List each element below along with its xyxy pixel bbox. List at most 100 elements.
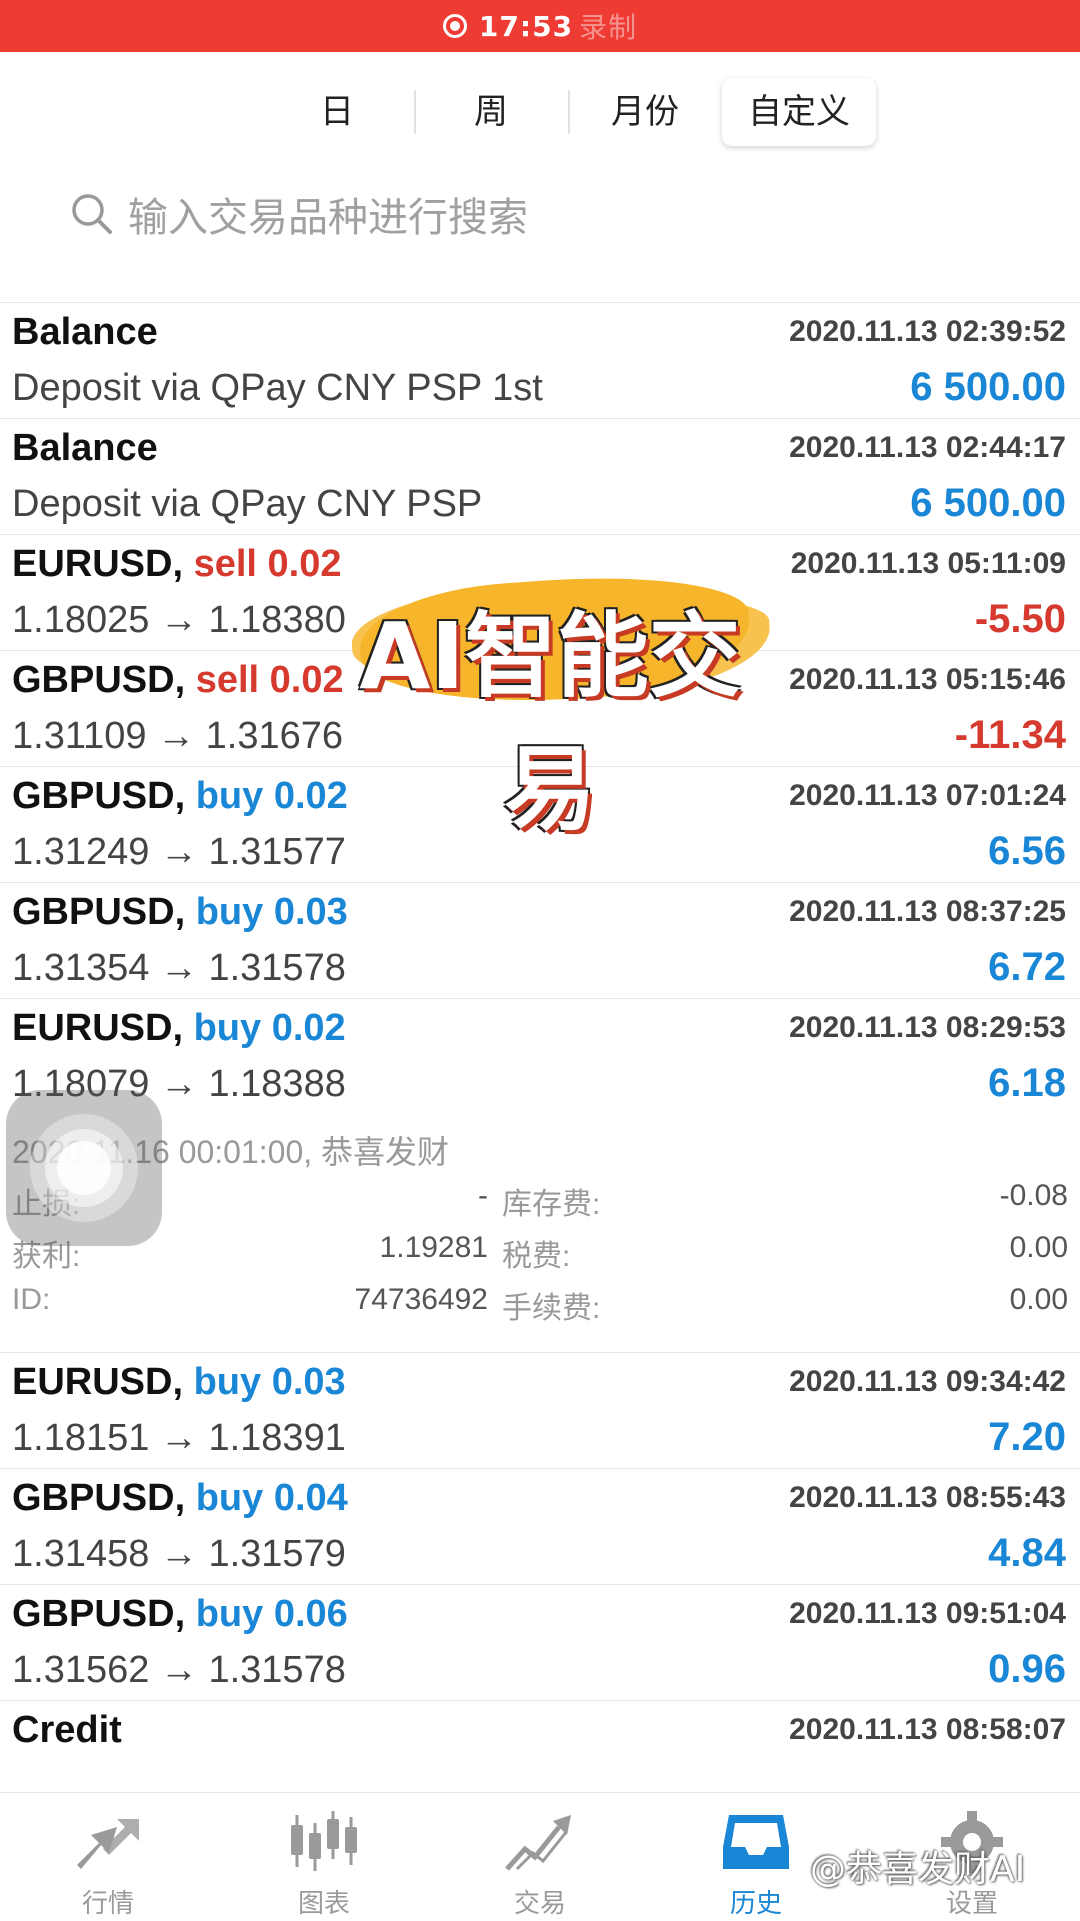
period-tabs: 日 周 月份 自定义 (260, 78, 876, 146)
row-time: 2020.11.13 08:58:07 (789, 1713, 1066, 1746)
row-time: 2020.11.13 08:29:53 (789, 1011, 1066, 1044)
row-detail: 1.31562 → 1.31578 (12, 1649, 346, 1691)
row-detail: Deposit via QPay CNY PSP 1st (12, 367, 543, 409)
row-amount: -5.50 (974, 597, 1066, 641)
trade-lot: 0.06 (273, 1593, 348, 1635)
symbol: GBPUSD, (12, 775, 186, 817)
row-detail: 1.18025 → 1.18380 (12, 599, 346, 641)
swap-label: 库存费: (502, 1188, 601, 1221)
row-amount: 6.56 (988, 829, 1066, 873)
recording-text: 录制 (579, 11, 638, 44)
trade-side: buy (193, 1007, 262, 1049)
status-time: 17:53 (478, 9, 574, 43)
symbol: Balance (12, 427, 158, 469)
row-time: 2020.11.13 08:55:43 (789, 1481, 1066, 1514)
id-label: ID: (12, 1283, 51, 1316)
swap-value: -0.08 (999, 1179, 1068, 1212)
row-detail: 1.31458 → 1.31579 (12, 1533, 346, 1575)
row-detail: 1.31354 → 1.31578 (12, 947, 346, 989)
trade-icon (505, 1815, 571, 1871)
status-bar: 17:53 录制 (0, 0, 1080, 52)
history-icon (723, 1815, 789, 1869)
trade-side: buy (195, 1477, 264, 1519)
trade-lot: 0.04 (273, 1477, 348, 1519)
row-time: 2020.11.13 08:37:25 (789, 895, 1066, 928)
symbol: Credit (12, 1709, 122, 1751)
commission-label: 手续费: (502, 1292, 601, 1325)
trade-side: sell (193, 543, 257, 585)
list-item[interactable]: GBPUSD, buy 0.03 1.31354 → 1.31578 2020.… (0, 882, 1080, 998)
tab-custom[interactable]: 自定义 (722, 78, 876, 146)
nav-chart-label: 图表 (297, 1889, 350, 1919)
symbol: EURUSD, (12, 1361, 184, 1403)
row-time: 2020.11.13 02:44:17 (789, 431, 1066, 464)
trade-lot: 0.03 (271, 1361, 346, 1403)
list-item[interactable]: Balance Deposit via QPay CNY PSP 1st 202… (0, 302, 1080, 418)
row-time: 2020.11.13 02:39:52 (789, 315, 1066, 348)
nav-history-label: 历史 (729, 1889, 782, 1919)
search-icon (72, 194, 112, 234)
symbol: GBPUSD, (12, 891, 186, 933)
tax-value: 0.00 (1009, 1231, 1068, 1264)
row-detail: 1.31249 → 1.31577 (12, 831, 346, 873)
list-item[interactable]: EURUSD, buy 0.03 1.18151 → 1.18391 2020.… (0, 1352, 1080, 1468)
nav-chart[interactable]: 图表 (216, 1793, 432, 1921)
chart-icon (291, 1811, 357, 1871)
tab-month[interactable]: 月份 (568, 78, 722, 146)
row-amount: 6 500.00 (910, 365, 1066, 409)
watermark: @恭喜发财AI (810, 1849, 1026, 1890)
take-profit-value: 1.19281 (379, 1231, 488, 1264)
tab-week[interactable]: 周 (414, 78, 568, 146)
row-time: 2020.11.13 09:34:42 (789, 1365, 1066, 1398)
symbol: EURUSD, (12, 543, 184, 585)
search-bar[interactable]: 输入交易品种进行搜索 (70, 185, 528, 243)
symbol: GBPUSD, (12, 1477, 186, 1519)
row-amount: 0.96 (988, 1647, 1066, 1691)
trade-lot: 0.03 (273, 891, 348, 933)
list-item-expanded[interactable]: EURUSD, buy 0.02 1.18079 → 1.18388 2020.… (0, 998, 1080, 1352)
trade-side: buy (195, 891, 264, 933)
stop-loss-value: - (478, 1179, 488, 1212)
row-amount: 6.72 (988, 945, 1066, 989)
commission-value: 0.00 (1009, 1283, 1068, 1316)
row-time: 2020.11.13 07:01:24 (789, 779, 1066, 812)
row-amount: -11.34 (954, 713, 1066, 757)
order-detail-grid: 止损: - 库存费: -0.08 获利: 1.19281 税费: 0.00 ID… (12, 1179, 1068, 1335)
row-amount: 6.18 (988, 1061, 1066, 1105)
nav-quotes[interactable]: 行情 (0, 1793, 216, 1921)
assistive-touch-button[interactable] (6, 1090, 162, 1246)
symbol: Balance (12, 311, 158, 353)
ai-trading-banner: AI智能交易 (320, 560, 780, 843)
trade-side: sell (195, 659, 260, 701)
history-list: Balance Deposit via QPay CNY PSP 1st 202… (0, 302, 1080, 1816)
nav-quotes-label: 行情 (81, 1889, 134, 1919)
row-amount: 4.84 (988, 1531, 1066, 1575)
quotes-icon (77, 1819, 139, 1869)
row-detail: Deposit via QPay CNY PSP (12, 483, 483, 525)
trade-side: buy (195, 775, 264, 817)
symbol: GBPUSD, (12, 659, 186, 701)
row-amount: 7.20 (988, 1415, 1066, 1459)
list-item[interactable]: Balance Deposit via QPay CNY PSP 2020.11… (0, 418, 1080, 534)
row-time: 2020.11.13 05:11:09 (790, 547, 1066, 580)
search-input[interactable]: 输入交易品种进行搜索 (128, 185, 528, 243)
id-value: 74736492 (354, 1283, 488, 1316)
list-item[interactable]: GBPUSD, buy 0.04 1.31458 → 1.31579 2020.… (0, 1468, 1080, 1584)
row-time: 2020.11.13 05:15:46 (789, 663, 1066, 696)
banner-text: AI智能交易 (359, 603, 741, 843)
tab-day[interactable]: 日 (260, 78, 414, 146)
trade-lot: 0.02 (271, 1007, 346, 1049)
trade-side: buy (195, 1593, 264, 1635)
symbol: EURUSD, (12, 1007, 184, 1049)
row-amount: 6 500.00 (910, 481, 1066, 525)
row-detail: 1.31109 → 1.31676 (12, 715, 344, 757)
row-time: 2020.11.13 09:51:04 (789, 1597, 1066, 1630)
list-item[interactable]: GBPUSD, buy 0.06 1.31562 → 1.31578 2020.… (0, 1584, 1080, 1700)
row-detail: 1.18151 → 1.18391 (12, 1417, 346, 1459)
nav-trade-label: 交易 (513, 1889, 566, 1919)
recording-icon (442, 14, 467, 38)
trade-side: buy (193, 1361, 262, 1403)
tax-label: 税费: (502, 1240, 571, 1273)
symbol: GBPUSD, (12, 1593, 186, 1635)
nav-trade[interactable]: 交易 (432, 1793, 648, 1921)
